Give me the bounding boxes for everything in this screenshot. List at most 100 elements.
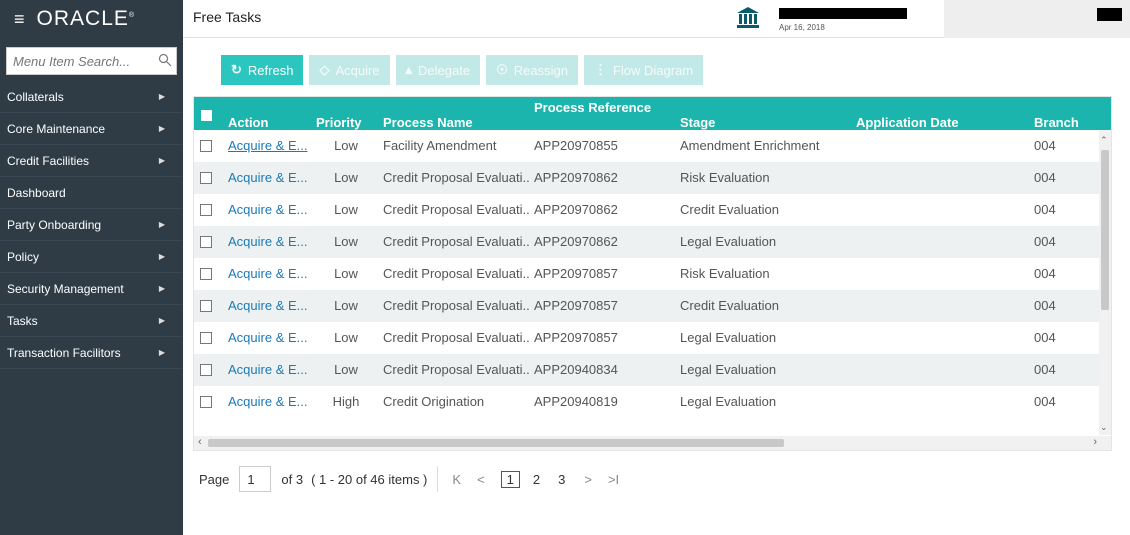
sidebar-item-party-onboarding[interactable]: Party Onboarding ▶ bbox=[0, 209, 183, 241]
first-page-icon[interactable]: K bbox=[452, 472, 461, 487]
table-row[interactable]: Acquire & E... Low Credit Proposal Evaluat… bbox=[194, 162, 1111, 194]
search-icon[interactable] bbox=[158, 53, 172, 67]
row-checkbox[interactable] bbox=[200, 204, 212, 216]
acquire-edit-link[interactable]: Acquire & E... bbox=[228, 354, 310, 386]
horizontal-scrollbar[interactable]: ‹ › bbox=[194, 436, 1111, 450]
cell-application-date bbox=[856, 162, 1026, 194]
header-user-area[interactable] bbox=[944, 0, 1130, 38]
row-checkbox[interactable] bbox=[200, 172, 212, 184]
cell-application-date bbox=[856, 290, 1026, 322]
row-checkbox[interactable] bbox=[200, 268, 212, 280]
sidebar-item-credit-facilities[interactable]: Credit Facilities ▶ bbox=[0, 145, 183, 177]
page-button-2[interactable]: 2 bbox=[528, 472, 545, 487]
caret-right-icon: ▶ bbox=[158, 124, 165, 133]
caret-right-icon: ▶ bbox=[158, 156, 165, 165]
cell-stage: Legal Evaluation bbox=[680, 362, 777, 377]
sidebar-menu: Collaterals ▶ Core Maintenance ▶ Credit Fa… bbox=[0, 81, 183, 369]
cell-application-date bbox=[856, 258, 1026, 290]
flow-diagram-button[interactable]: ⋮ Flow Diagram bbox=[583, 55, 704, 85]
scroll-down-icon[interactable]: ⌄ bbox=[1100, 422, 1108, 433]
table-row[interactable]: Acquire & E... Low Credit Proposal Evaluat… bbox=[194, 226, 1111, 258]
scroll-left-icon[interactable]: ‹ bbox=[198, 436, 202, 448]
acquire-edit-link[interactable]: Acquire & E... bbox=[228, 258, 310, 290]
sidebar-item-transaction-facilitors[interactable]: Transaction Facilitors ▶ bbox=[0, 337, 183, 369]
cell-stage: Amendment Enrichment bbox=[680, 138, 820, 153]
column-header-stage[interactable]: Stage bbox=[680, 116, 715, 130]
column-header-branch[interactable]: Branch bbox=[1034, 116, 1079, 130]
table-row[interactable]: Acquire & E... High Credit Origination APP2… bbox=[194, 386, 1111, 418]
cell-process-name: Credit Origination bbox=[383, 394, 485, 409]
delegate-icon: ▴ bbox=[405, 62, 413, 77]
vertical-scroll-thumb[interactable] bbox=[1101, 150, 1109, 310]
cell-process-name: Credit Proposal Evaluati... bbox=[383, 298, 529, 313]
acquire-edit-link[interactable]: Acquire & E... bbox=[228, 386, 310, 418]
sidebar-item-policy[interactable]: Policy ▶ bbox=[0, 241, 183, 273]
page-title: Free Tasks bbox=[193, 9, 262, 25]
page-button-1[interactable]: 1 bbox=[500, 470, 520, 488]
prev-page-icon[interactable]: < bbox=[477, 472, 485, 487]
table-row[interactable]: Acquire & E... Low Facility Amendment APP20… bbox=[194, 130, 1111, 162]
row-checkbox[interactable] bbox=[200, 332, 212, 344]
cell-process-reference: APP20940819 bbox=[534, 394, 618, 409]
caret-right-icon: ▶ bbox=[158, 92, 165, 101]
cell-stage: Credit Evaluation bbox=[680, 202, 779, 217]
cell-priority: Low bbox=[334, 170, 358, 185]
scroll-up-icon[interactable]: ⌃ bbox=[1100, 135, 1108, 146]
cell-priority: Low bbox=[334, 362, 358, 377]
acquire-edit-link[interactable]: Acquire & E... bbox=[228, 194, 310, 226]
page-button-3[interactable]: 3 bbox=[553, 472, 570, 487]
select-all-checkbox[interactable] bbox=[201, 110, 212, 121]
acquire-edit-link[interactable]: Acquire & E... bbox=[228, 130, 310, 162]
table-row[interactable]: Acquire & E... Low Credit Proposal Evaluat… bbox=[194, 258, 1111, 290]
table-row[interactable]: Acquire & E... Low Credit Proposal Evaluat… bbox=[194, 290, 1111, 322]
row-checkbox[interactable] bbox=[200, 140, 212, 152]
reassign-button[interactable]: ☉ Reassign bbox=[486, 55, 578, 85]
acquire-button[interactable]: ◇ Acquire bbox=[309, 55, 390, 85]
refresh-button[interactable]: ↻ Refresh bbox=[221, 55, 304, 85]
pager-divider bbox=[437, 466, 439, 492]
cell-process-reference: APP20970857 bbox=[534, 266, 618, 281]
row-checkbox[interactable] bbox=[200, 396, 212, 408]
cell-branch: 004 bbox=[1034, 202, 1056, 217]
column-header-process-name[interactable]: Process Name bbox=[383, 116, 473, 130]
last-page-icon[interactable]: >I bbox=[608, 472, 619, 487]
acquire-edit-link[interactable]: Acquire & E... bbox=[228, 162, 310, 194]
task-toolbar: ↻ Refresh ◇ Acquire ▴ Delegate ☉ Reassig… bbox=[221, 55, 704, 85]
acquire-edit-link[interactable]: Acquire & E... bbox=[228, 290, 310, 322]
next-page-icon[interactable]: > bbox=[584, 472, 592, 487]
grid-header: Action Priority Process Name Process Ref… bbox=[194, 97, 1111, 130]
acquire-edit-link[interactable]: Acquire & E... bbox=[228, 226, 310, 258]
sidebar-item-security-management[interactable]: Security Management ▶ bbox=[0, 273, 183, 305]
row-checkbox[interactable] bbox=[200, 364, 212, 376]
flow-diagram-icon: ⋮ bbox=[593, 62, 607, 77]
table-row[interactable]: Acquire & E... Low Credit Proposal Evaluat… bbox=[194, 194, 1111, 226]
table-row[interactable]: Acquire & E... Low Credit Proposal Evaluat… bbox=[194, 322, 1111, 354]
column-header-action[interactable]: Action bbox=[228, 116, 268, 130]
table-row[interactable]: Acquire & E... Low Credit Proposal Evaluat… bbox=[194, 354, 1111, 386]
scroll-right-icon[interactable]: › bbox=[1093, 436, 1097, 448]
page-number-input[interactable] bbox=[239, 466, 272, 492]
row-checkbox[interactable] bbox=[200, 236, 212, 248]
acquire-edit-link[interactable]: Acquire & E... bbox=[228, 322, 310, 354]
cell-process-reference: APP20970862 bbox=[534, 170, 618, 185]
column-header-process-reference[interactable]: Process Reference bbox=[534, 101, 654, 115]
sidebar-item-core-maintenance[interactable]: Core Maintenance ▶ bbox=[0, 113, 183, 145]
caret-right-icon: ▶ bbox=[158, 220, 165, 229]
sidebar-item-tasks[interactable]: Tasks ▶ bbox=[0, 305, 183, 337]
cell-branch: 004 bbox=[1034, 138, 1056, 153]
sidebar-item-collaterals[interactable]: Collaterals ▶ bbox=[0, 81, 183, 113]
hamburger-menu-icon[interactable]: ≡ bbox=[14, 10, 25, 28]
horizontal-scroll-thumb[interactable] bbox=[208, 439, 784, 447]
cell-branch: 004 bbox=[1034, 266, 1056, 281]
page-count-label: of 3 bbox=[281, 471, 304, 487]
column-header-priority[interactable]: Priority bbox=[316, 116, 362, 130]
delegate-button[interactable]: ▴ Delegate bbox=[395, 55, 481, 85]
cell-process-reference: APP20940834 bbox=[534, 362, 618, 377]
sidebar-item-dashboard[interactable]: Dashboard bbox=[0, 177, 183, 209]
cell-stage: Legal Evaluation bbox=[680, 234, 777, 249]
row-checkbox[interactable] bbox=[200, 300, 212, 312]
column-header-application-date[interactable]: Application Date bbox=[856, 116, 959, 130]
oracle-logo: ORACLE® bbox=[36, 7, 136, 30]
vertical-scrollbar[interactable]: ⌃ ⌄ bbox=[1099, 130, 1111, 435]
menu-search-input[interactable] bbox=[7, 48, 157, 74]
